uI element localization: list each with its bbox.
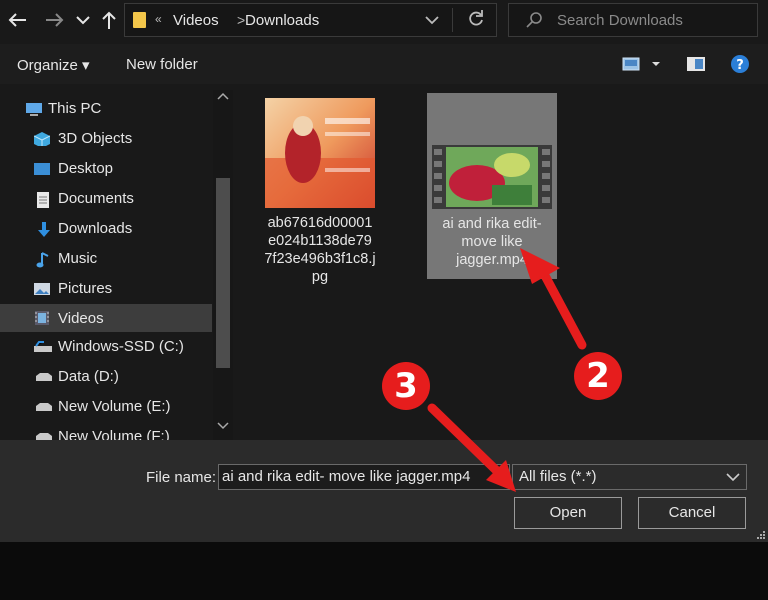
step-badge-2: 2 bbox=[574, 352, 622, 400]
step-badge-3: 3 bbox=[382, 362, 430, 410]
arrow-to-video bbox=[520, 248, 587, 350]
arrow-to-open bbox=[427, 403, 516, 492]
annotation-arrows bbox=[427, 248, 587, 492]
